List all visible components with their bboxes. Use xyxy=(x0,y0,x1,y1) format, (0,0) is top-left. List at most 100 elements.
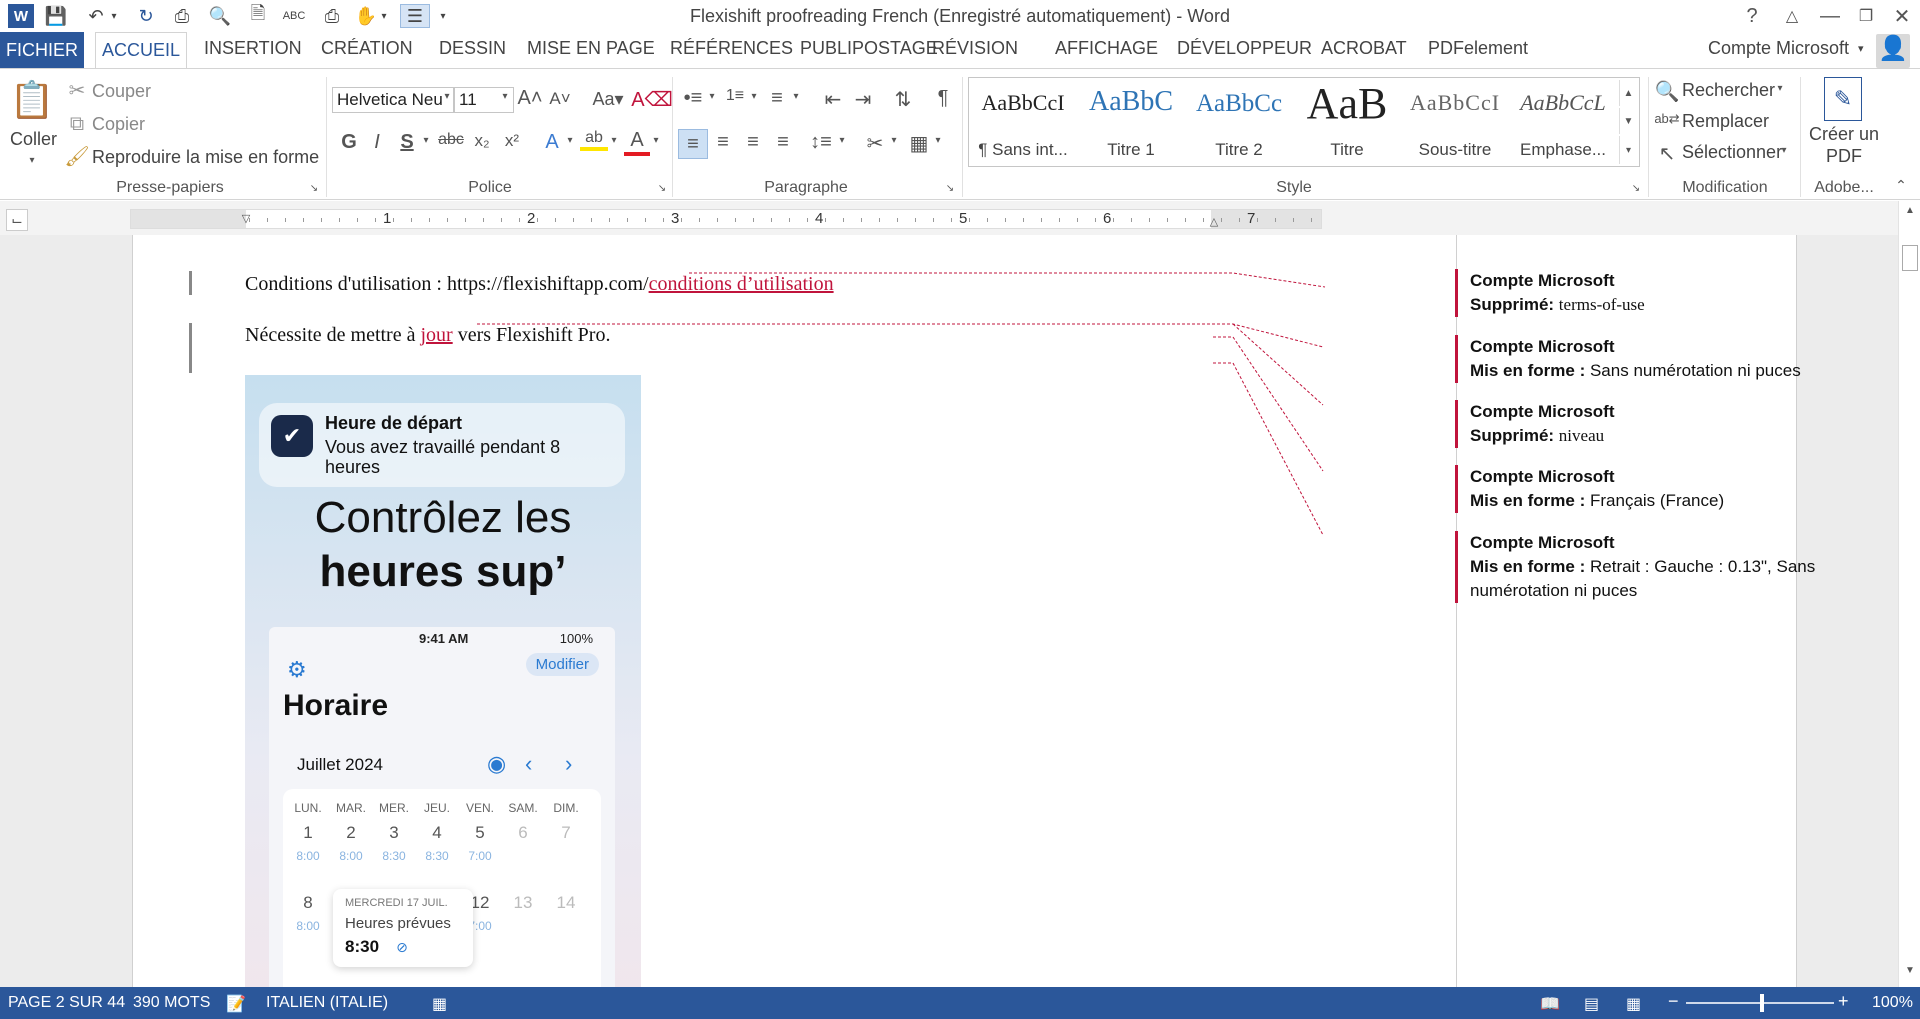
strikethrough-icon[interactable]: abc xyxy=(436,131,466,149)
text-effects-icon[interactable]: A xyxy=(540,131,564,154)
avatar[interactable]: 👤 xyxy=(1876,34,1910,68)
left-indent-marker-icon[interactable]: ▽ xyxy=(239,206,253,230)
decrease-indent-icon[interactable]: ⇤ xyxy=(820,87,846,112)
tab-file[interactable]: FICHIER xyxy=(0,32,84,68)
zoom-slider-thumb[interactable] xyxy=(1760,994,1764,1012)
style-subtitle[interactable]: AaBbCcI Sous-titre xyxy=(1401,78,1509,166)
create-pdf-icon[interactable]: ✎ xyxy=(1824,77,1862,121)
format-painter-icon[interactable]: 🖌 xyxy=(64,145,89,168)
tab-mailings[interactable]: PUBLIPOSTAGE xyxy=(800,38,938,59)
grow-font-icon[interactable]: A˄ xyxy=(517,87,542,110)
tab-design[interactable]: CRÉATION xyxy=(321,38,413,59)
shading-icon[interactable]: ✂ xyxy=(862,131,888,156)
paste-icon[interactable]: 📋 xyxy=(10,75,55,125)
tab-review[interactable]: RÉVISION xyxy=(932,38,1018,59)
copy-icon[interactable]: ⧉ xyxy=(66,113,88,135)
document-page[interactable]: Conditions d'utilisation : https://flexi… xyxy=(132,235,1815,987)
font-launcher-icon[interactable]: ↘ xyxy=(656,183,668,194)
revision-balloon[interactable]: Compte Microsoft Mis en forme : Sans num… xyxy=(1455,335,1845,383)
copy-button[interactable]: Copier xyxy=(92,114,145,135)
shading-dropdown-icon[interactable]: ▾ xyxy=(888,135,900,146)
cut-button[interactable]: Couper xyxy=(92,81,151,102)
line-spacing-dropdown-icon[interactable]: ▾ xyxy=(836,135,848,146)
tab-view[interactable]: AFFICHAGE xyxy=(1055,38,1158,59)
scroll-down-icon[interactable]: ▼ xyxy=(1901,965,1919,976)
word-count[interactable]: 390 MOTS xyxy=(133,994,210,1012)
zoom-in-icon[interactable]: + xyxy=(1838,991,1849,1012)
paragraph-launcher-icon[interactable]: ↘ xyxy=(944,183,956,194)
scroll-thumb[interactable] xyxy=(1902,245,1918,271)
multilevel-list-dropdown-icon[interactable]: ▾ xyxy=(790,91,802,102)
borders-icon[interactable]: ▦ xyxy=(906,131,932,156)
line-spacing-icon[interactable]: ↕≡ xyxy=(808,131,834,154)
vertical-scrollbar[interactable]: ▲ ▼ xyxy=(1898,201,1920,987)
justify-icon[interactable]: ≡ xyxy=(770,131,796,154)
tab-developer[interactable]: DÉVELOPPEUR xyxy=(1177,38,1312,59)
revision-balloon[interactable]: Compte Microsoft Supprimé: terms-of-use xyxy=(1455,269,1845,317)
help-button[interactable]: ? xyxy=(1734,2,1770,30)
read-mode-icon[interactable]: 📖 xyxy=(1540,994,1560,1014)
align-right-icon[interactable]: ≡ xyxy=(740,131,766,154)
multilevel-list-icon[interactable]: ≡ xyxy=(764,87,790,110)
tab-references[interactable]: RÉFÉRENCES xyxy=(670,38,793,59)
change-case-icon[interactable]: Aa▾ xyxy=(588,89,628,110)
tab-draw[interactable]: DESSIN xyxy=(439,38,506,59)
find-dropdown-icon[interactable]: ▾ xyxy=(1774,83,1786,94)
language-indicator[interactable]: ITALIEN (ITALIE) xyxy=(266,994,388,1012)
select-icon[interactable]: ↖ xyxy=(1656,141,1678,166)
find-button[interactable]: Rechercher xyxy=(1682,80,1775,101)
underline-icon[interactable]: S xyxy=(396,131,418,154)
italic-icon[interactable]: I xyxy=(366,131,388,154)
paste-button[interactable]: Coller xyxy=(10,129,57,150)
clipboard-launcher-icon[interactable]: ↘ xyxy=(308,183,320,194)
ribbon-display-options-icon[interactable]: △ xyxy=(1774,2,1810,30)
styles-scroll-down-icon[interactable]: ▼ xyxy=(1619,108,1637,134)
text-effects-dropdown-icon[interactable]: ▾ xyxy=(564,135,576,146)
styles-scroll-up-icon[interactable]: ▲ xyxy=(1619,80,1637,106)
borders-dropdown-icon[interactable]: ▾ xyxy=(932,135,944,146)
revision-balloon[interactable]: Compte Microsoft Mis en forme : Français… xyxy=(1455,465,1845,513)
tab-acrobat[interactable]: ACROBAT xyxy=(1321,38,1407,59)
scroll-up-icon[interactable]: ▲ xyxy=(1901,205,1919,216)
collapse-ribbon-icon[interactable]: ⌃ xyxy=(1890,177,1912,194)
numbering-icon[interactable]: 1≡ xyxy=(722,87,748,105)
account-dropdown-icon[interactable]: ▾ xyxy=(1858,42,1864,55)
styles-launcher-icon[interactable]: ↘ xyxy=(1630,183,1642,194)
restore-icon[interactable]: ❐ xyxy=(1848,2,1884,30)
tab-selector-icon[interactable]: ⌙ xyxy=(6,209,28,231)
macro-record-icon[interactable]: ▦ xyxy=(432,994,447,1014)
bullets-icon[interactable]: •≡ xyxy=(680,87,706,110)
clear-formatting-icon[interactable]: A⌫ xyxy=(631,87,673,112)
bullets-dropdown-icon[interactable]: ▾ xyxy=(706,91,718,102)
align-left-icon[interactable]: ≡ xyxy=(678,129,708,159)
zoom-out-icon[interactable]: − xyxy=(1668,991,1679,1012)
style-no-spacing[interactable]: AaBbCcI ¶ Sans int... xyxy=(969,78,1077,166)
right-indent-marker-icon[interactable]: △ xyxy=(1207,212,1221,230)
highlight-icon[interactable]: ab xyxy=(580,129,608,151)
tab-layout[interactable]: MISE EN PAGE xyxy=(527,38,655,59)
shrink-font-icon[interactable]: A˅ xyxy=(548,89,572,109)
format-painter-button[interactable]: Reproduire la mise en forme xyxy=(92,147,319,168)
sort-icon[interactable]: ⇅ xyxy=(890,87,916,112)
zoom-level[interactable]: 100% xyxy=(1872,994,1913,1012)
style-heading-1[interactable]: AaBbC Titre 1 xyxy=(1077,78,1185,166)
styles-more-icon[interactable]: ▾ xyxy=(1619,136,1637,164)
revision-balloon[interactable]: Compte Microsoft Supprimé: niveau xyxy=(1455,400,1845,448)
font-name-combo[interactable]: Helvetica Neu xyxy=(332,87,454,113)
replace-icon[interactable]: ab⇄ xyxy=(1654,111,1679,127)
style-heading-2[interactable]: AaBbCc Titre 2 xyxy=(1185,78,1293,166)
style-title[interactable]: AaB Titre xyxy=(1293,78,1401,166)
show-formatting-marks-icon[interactable]: ¶ xyxy=(930,87,956,110)
close-icon[interactable]: ✕ xyxy=(1884,2,1920,30)
tab-home[interactable]: ACCUEIL xyxy=(95,32,187,69)
create-pdf-button[interactable]: Créer un PDF xyxy=(1808,123,1880,167)
tab-insert[interactable]: INSERTION xyxy=(204,38,302,59)
font-name-dropdown-icon[interactable]: ▾ xyxy=(440,91,454,102)
horizontal-ruler[interactable]: 1 2 3 4 5 6 7 ▽ △ xyxy=(130,209,1322,229)
page-indicator[interactable]: PAGE 2 SUR 44 xyxy=(8,994,125,1012)
superscript-icon[interactable]: x² xyxy=(500,131,524,151)
embedded-image[interactable]: ✔ Heure de départ Vous avez travaillé pe… xyxy=(245,375,641,987)
highlight-dropdown-icon[interactable]: ▾ xyxy=(608,135,620,146)
align-center-icon[interactable]: ≡ xyxy=(710,131,736,154)
font-color-dropdown-icon[interactable]: ▾ xyxy=(650,135,662,146)
